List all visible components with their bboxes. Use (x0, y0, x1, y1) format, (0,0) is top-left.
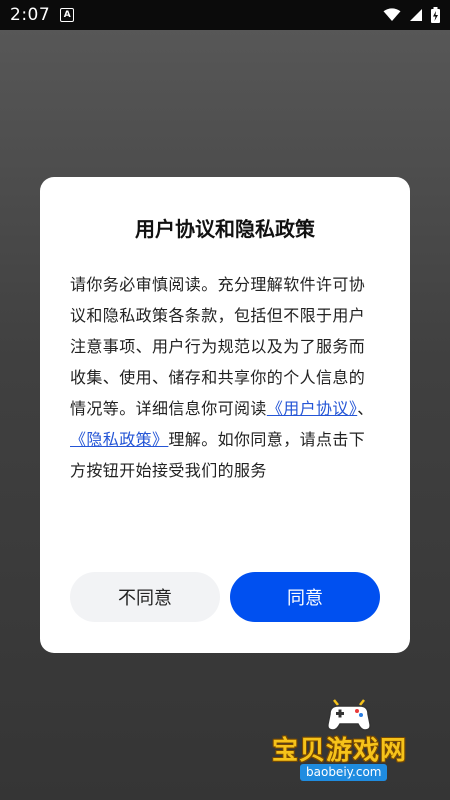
wifi-icon (383, 8, 401, 21)
gamepad-icon (327, 699, 371, 731)
disagree-button[interactable]: 不同意 (70, 572, 220, 622)
watermark-site-name: 宝贝游戏网 (272, 736, 408, 766)
link-separator: 、 (357, 399, 374, 418)
dialog-buttons: 不同意 同意 (70, 572, 380, 622)
status-time: 2:07 (10, 5, 51, 25)
site-watermark: 宝贝游戏网 baobeiy.com (270, 698, 430, 788)
watermark-url: baobeiy.com (300, 764, 388, 781)
status-icons (383, 7, 440, 23)
privacy-policy-link[interactable]: 《隐私政策》 (70, 430, 168, 449)
dialog-title: 用户协议和隐私政策 (135, 217, 315, 241)
agreement-dialog: 用户协议和隐私政策 请你务必审慎阅读。充分理解软件许可协议和隐私政策各条款，包括… (40, 177, 410, 653)
signal-icon (410, 9, 422, 21)
agree-button[interactable]: 同意 (230, 572, 380, 622)
body-text-part1: 请你务必审慎阅读。充分理解软件许可协议和隐私政策各条款，包括但不限于用户注意事项… (70, 275, 366, 418)
status-bar: 2:07 A (0, 0, 450, 30)
accessibility-a-icon: A (60, 8, 75, 22)
app-screen: 2:07 A 用户协议和隐私政策 请你务必审慎阅读。充分理解软件许可协议和隐私政… (0, 0, 450, 800)
dialog-body: 请你务必审慎阅读。充分理解软件许可协议和隐私政策各条款，包括但不限于用户注意事项… (70, 269, 380, 486)
battery-icon (431, 7, 440, 23)
user-agreement-link[interactable]: 《用户协议》 (267, 399, 357, 418)
